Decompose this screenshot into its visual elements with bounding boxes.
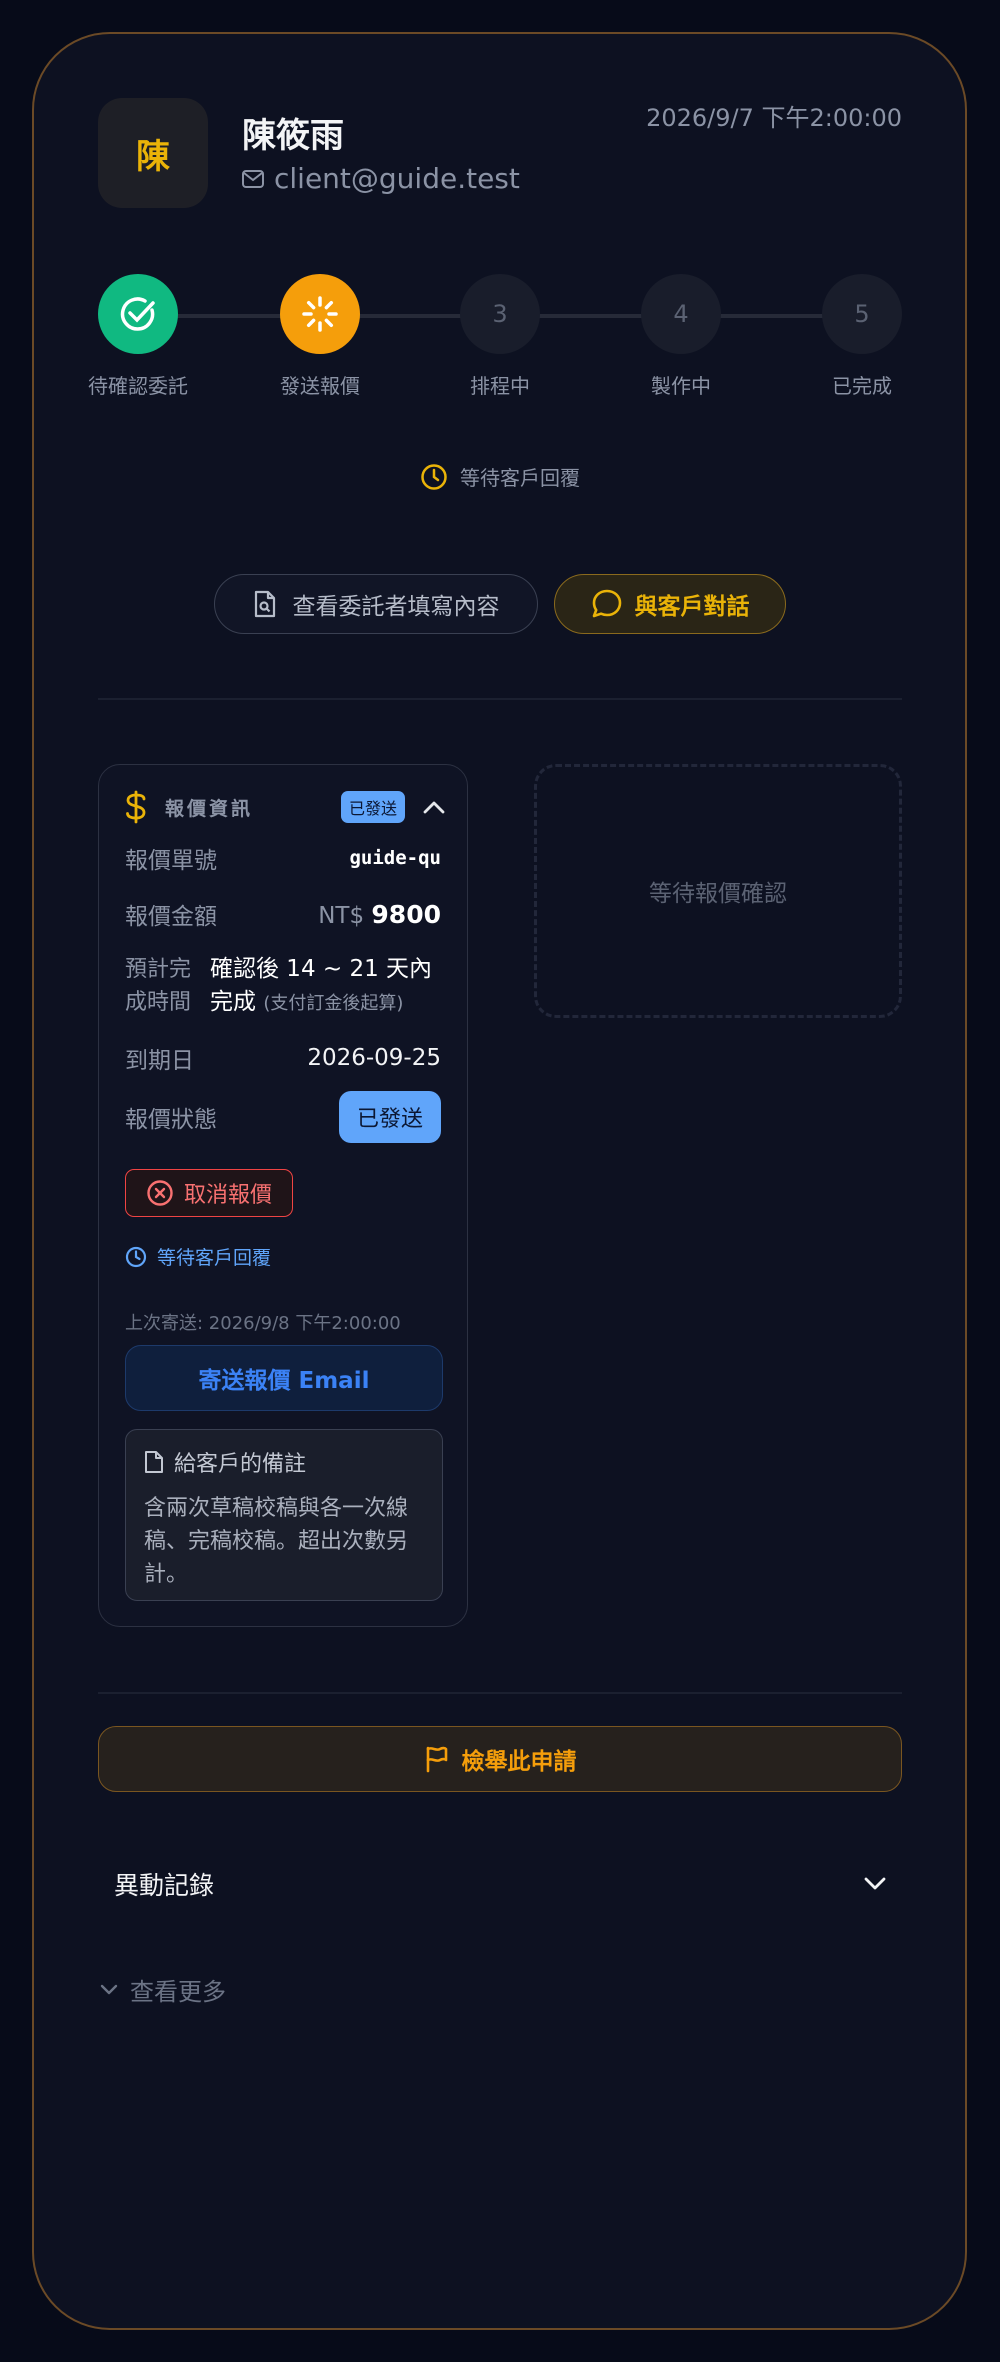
chat-label: 與客戶對話 xyxy=(634,594,750,620)
estimate-row: 預計完成時間 確認後 14 ~ 21 天內完成 (支付訂金後起算) xyxy=(125,953,447,1020)
client-name: 陳筱雨 xyxy=(242,116,344,156)
clock-icon xyxy=(125,1246,147,1267)
quote-number-value: guide-qu xyxy=(349,847,441,869)
step-circle xyxy=(98,274,178,354)
estimate-value-wrap: 確認後 14 ~ 21 天內完成 (支付訂金後起算) xyxy=(210,953,447,1020)
estimate-note: (支付訂金後起算) xyxy=(263,993,404,1014)
stepper-status: 等待客戶回覆 xyxy=(0,462,1000,491)
step-pending-confirm: 待確認委託 xyxy=(58,274,218,399)
check-circle-icon xyxy=(120,297,155,331)
quote-status-row: 報價狀態 已發送 xyxy=(125,1091,441,1143)
step-circle: 4 xyxy=(641,274,721,354)
step-completed: 5 已完成 xyxy=(782,274,942,399)
created-timestamp: 2026/9/7 下午2:00:00 xyxy=(646,104,902,132)
send-quote-email-button[interactable]: 寄送報價 Email xyxy=(125,1345,443,1411)
last-sent-timestamp: 上次寄送: 2026/9/8 下午2:00:00 xyxy=(125,1313,401,1334)
chat-with-client-button[interactable]: 與客戶對話 xyxy=(554,574,786,634)
step-scheduling: 3 排程中 xyxy=(420,274,580,399)
stepper-status-text: 等待客戶回覆 xyxy=(460,466,580,490)
quote-waiting-status: 等待客戶回覆 xyxy=(125,1243,271,1270)
waiting-quote-confirmation-placeholder: 等待報價確認 xyxy=(534,764,902,1018)
quote-amount-value: 9800 xyxy=(371,899,441,929)
step-send-quote: 發送報價 xyxy=(240,274,400,399)
quote-header-badge: 已發送 xyxy=(340,791,405,823)
quote-card-title: 報價資訊 xyxy=(165,797,254,820)
quote-amount-currency: NT$ xyxy=(318,902,365,929)
quote-amount: NT$ 9800 xyxy=(318,900,441,929)
clock-icon xyxy=(421,463,447,490)
document-icon xyxy=(145,1451,163,1473)
due-date-row: 到期日 2026-09-25 xyxy=(125,1041,441,1075)
chevron-up-icon[interactable] xyxy=(423,800,445,814)
loading-spinner-icon xyxy=(302,296,338,332)
step-label: 待確認委託 xyxy=(88,374,188,398)
report-request-button[interactable]: 檢舉此申請 xyxy=(98,1726,902,1792)
step-circle: 3 xyxy=(460,274,540,354)
step-circle: 5 xyxy=(822,274,902,354)
view-form-label: 查看委託者填寫內容 xyxy=(292,594,500,620)
flag-icon xyxy=(426,1746,447,1773)
mail-icon xyxy=(242,169,264,188)
chevron-down-icon xyxy=(100,1984,118,1994)
history-accordion[interactable]: 異動記錄 xyxy=(114,1866,886,1902)
quote-amount-row: 報價金額 NT$ 9800 xyxy=(125,897,441,931)
client-note-body: 含兩次草稿校稿與各一次線稿、完稿校稿。超出次數另計。 xyxy=(144,1496,409,1587)
client-note-header: 給客戶的備註 xyxy=(144,1446,424,1478)
report-label: 檢舉此申請 xyxy=(461,1749,577,1775)
history-label: 異動記錄 xyxy=(114,1871,215,1900)
chat-bubble-icon xyxy=(592,589,621,618)
step-label: 已完成 xyxy=(832,374,892,398)
quote-card-header[interactable]: 報價資訊 已發送 xyxy=(123,789,445,825)
step-circle xyxy=(280,274,360,354)
quote-amount-label: 報價金額 xyxy=(125,904,217,930)
client-note-box: 給客戶的備註 含兩次草稿校稿與各一次線稿、完稿校稿。超出次數另計。 xyxy=(125,1429,443,1601)
due-date-value: 2026-09-25 xyxy=(307,1045,441,1071)
quote-card: 報價資訊 已發送 報價單號 guide-qu 報價金額 NT$ 9800 預計完… xyxy=(98,764,468,1627)
estimate-label: 預計完成時間 xyxy=(125,957,192,1015)
quote-number-row: 報價單號 guide-qu xyxy=(125,841,441,875)
client-note-title: 給客戶的備註 xyxy=(174,1452,307,1477)
dollar-icon xyxy=(126,790,146,824)
see-more-label: 查看更多 xyxy=(130,1978,226,2006)
due-date-label: 到期日 xyxy=(125,1048,194,1074)
cancel-quote-button[interactable]: 取消報價 xyxy=(125,1169,293,1217)
section-divider xyxy=(98,698,902,700)
document-search-icon xyxy=(254,590,275,618)
step-label: 發送報價 xyxy=(280,374,360,398)
section-divider xyxy=(98,1692,902,1694)
see-more-link[interactable]: 查看更多 xyxy=(100,1972,226,2007)
quote-status-badge: 已發送 xyxy=(338,1091,441,1143)
client-email-text: client@guide.test xyxy=(274,162,520,195)
client-avatar: 陳 xyxy=(98,98,208,208)
step-label: 排程中 xyxy=(470,374,530,398)
view-form-button[interactable]: 查看委託者填寫內容 xyxy=(214,574,538,634)
client-email-row: client@guide.test xyxy=(242,162,520,195)
quote-status-label: 報價狀態 xyxy=(125,1107,217,1133)
quote-number-label: 報價單號 xyxy=(125,848,217,874)
quote-waiting-text: 等待客戶回覆 xyxy=(157,1247,272,1269)
x-circle-icon xyxy=(147,1180,173,1206)
step-label: 製作中 xyxy=(651,374,711,398)
chevron-down-icon xyxy=(864,1877,886,1890)
step-in-production: 4 製作中 xyxy=(601,274,761,399)
cancel-quote-label: 取消報價 xyxy=(183,1183,272,1208)
